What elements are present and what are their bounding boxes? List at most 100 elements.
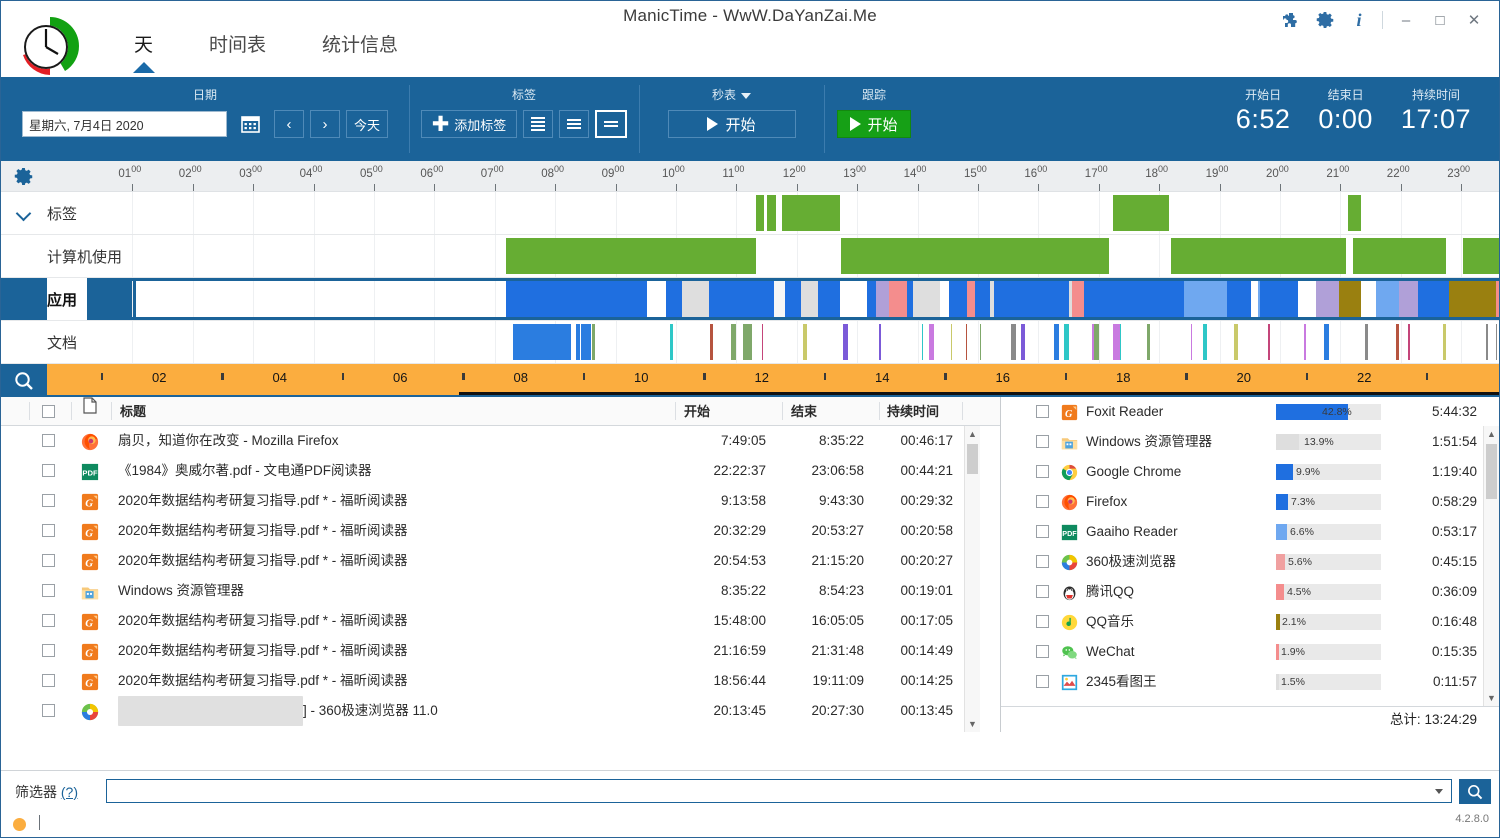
tag-view-list-button[interactable] [523,110,554,138]
timeline-segment[interactable] [1348,195,1361,231]
timeline-segment[interactable] [767,195,776,231]
timeline-segment[interactable] [728,281,755,317]
timeline-segment[interactable] [1365,324,1368,360]
timeline-segment[interactable] [1304,324,1306,360]
table-row[interactable]: 扇贝，知道你在改变 - Mozilla Firefox 7:49:05 8:35:2… [1,426,1000,456]
timeline-segment[interactable] [666,281,682,317]
timeline-segment[interactable] [1113,324,1120,360]
timeline-segment[interactable] [1474,281,1496,317]
stopwatch-start-button[interactable]: 开始 [667,110,796,138]
timeline-segment[interactable] [1418,281,1449,317]
puzzle-icon[interactable] [1274,5,1308,35]
timeline-segment[interactable] [513,324,571,360]
scroll-down-icon[interactable]: ▼ [1484,690,1499,706]
timeline-segment[interactable] [682,281,709,317]
app-checkbox[interactable] [1036,645,1049,658]
row-checkbox[interactable] [42,584,55,597]
timeline-segment[interactable] [1399,281,1418,317]
timeline-segment[interactable] [541,281,550,317]
table-row[interactable]: G 2020年数据结构考研复习指导.pdf * - 福昕阅读器 21:16:59 21… [1,636,1000,666]
timeline-zoom-bar[interactable]: 02 04 06 08 10 12 14 16 18 20 22 [1,364,1499,397]
timeline-segment[interactable] [803,324,807,360]
scroll-thumb[interactable] [1486,444,1497,499]
timeline-segment[interactable] [647,281,666,317]
scroll-thumb[interactable] [967,444,978,474]
next-day-button[interactable]: › [309,110,340,138]
timeline-segment[interactable] [782,195,840,231]
app-checkbox[interactable] [1036,405,1049,418]
table-row[interactable]: ] - 360极速浏览器 11.0 20:13:45 20:27:30 00:13:4… [1,696,1000,726]
timeline-segment[interactable] [785,281,801,317]
table-row[interactable]: G 2020年数据结构考研复习指导.pdf * - 福昕阅读器 9:13:58 9:4… [1,486,1000,516]
header-duration[interactable]: 持续时间 [887,397,939,426]
app-checkbox[interactable] [1036,525,1049,538]
timeline-segment[interactable] [1018,281,1038,317]
zoom-selection-indicator[interactable] [459,392,1499,395]
timeline-segment[interactable] [1203,324,1207,360]
list-item[interactable]: WeChat 1.9% 0:15:35 [1001,637,1499,667]
timeline-segment[interactable] [1122,281,1149,317]
timeline-lane-1[interactable]: 计算机使用 [1,235,1499,278]
timeline-segment[interactable] [774,281,785,317]
close-button[interactable]: ✕ [1457,5,1491,35]
timeline-segment[interactable] [1227,281,1251,317]
timeline-segment[interactable] [762,324,763,360]
timeline-segment[interactable] [1054,324,1059,360]
timeline-lane-track[interactable] [132,281,1499,317]
timeline-segment[interactable] [756,195,764,231]
list-item[interactable]: PDF Gaaiho Reader 6.6% 0:53:17 [1001,517,1499,547]
tab-timesheet[interactable]: 时间表 [181,31,294,71]
timeline-segment[interactable] [1060,281,1069,317]
timeline-segment[interactable] [755,281,774,317]
timeline-lane-track[interactable] [132,321,1499,363]
timeline-segment[interactable] [1339,281,1361,317]
timeline-segment[interactable] [840,281,867,317]
timeline-lane-2[interactable]: 应用 [1,278,1499,321]
ribbon-group-stopwatch-label[interactable]: 秒表 [712,86,751,103]
timeline-segment[interactable] [1171,238,1346,274]
timeline-segment[interactable] [1496,281,1499,317]
timeline-segment[interactable] [1353,238,1446,274]
timeline-segment[interactable] [1443,324,1446,360]
timeline-segment[interactable] [1191,324,1192,360]
calendar-icon[interactable] [233,110,268,138]
timeline-segment[interactable] [731,324,736,360]
timeline-segment[interactable] [967,281,975,317]
date-input[interactable] [21,111,227,137]
timeline-segment[interactable] [801,281,818,317]
info-icon[interactable]: i [1342,5,1376,35]
header-title[interactable]: 标题 [120,397,146,426]
timeline-segment[interactable] [820,281,836,317]
timeline-segment[interactable] [1496,324,1497,360]
header-start[interactable]: 开始 [684,397,710,426]
filter-input[interactable] [106,779,1452,803]
timeline-segment[interactable] [506,281,519,317]
timeline-segment[interactable] [1154,281,1169,317]
timeline-segment[interactable] [506,238,756,274]
timeline-segment[interactable] [867,281,876,317]
timeline-segment[interactable] [576,324,580,360]
row-checkbox[interactable] [42,494,55,507]
row-checkbox[interactable] [42,614,55,627]
timeline-segment[interactable] [710,324,713,360]
timeline-segment[interactable] [519,281,541,317]
tab-statistics[interactable]: 统计信息 [294,31,426,71]
application-list-scrollbar[interactable]: ▲ ▼ [1483,426,1499,706]
timeline-segment[interactable] [1212,281,1227,317]
row-checkbox[interactable] [42,704,55,717]
timeline-segment[interactable] [975,281,990,317]
row-checkbox[interactable] [42,524,55,537]
timeline-segment[interactable] [567,281,591,317]
timeline-segment[interactable] [670,324,673,360]
timeline-segment[interactable] [1047,281,1060,317]
timeline-segment[interactable] [966,324,967,360]
timeline-segment[interactable] [879,324,881,360]
app-checkbox[interactable] [1036,615,1049,628]
app-checkbox[interactable] [1036,495,1049,508]
table-row[interactable]: Windows 资源管理器 8:35:22 8:54:23 00:19:01 [1,576,1000,606]
row-checkbox[interactable] [42,434,55,447]
timeline-segment[interactable] [1298,281,1316,317]
chevron-down-icon[interactable] [15,205,32,222]
timeline-segment[interactable] [1094,324,1099,360]
minimize-button[interactable]: – [1389,5,1423,35]
